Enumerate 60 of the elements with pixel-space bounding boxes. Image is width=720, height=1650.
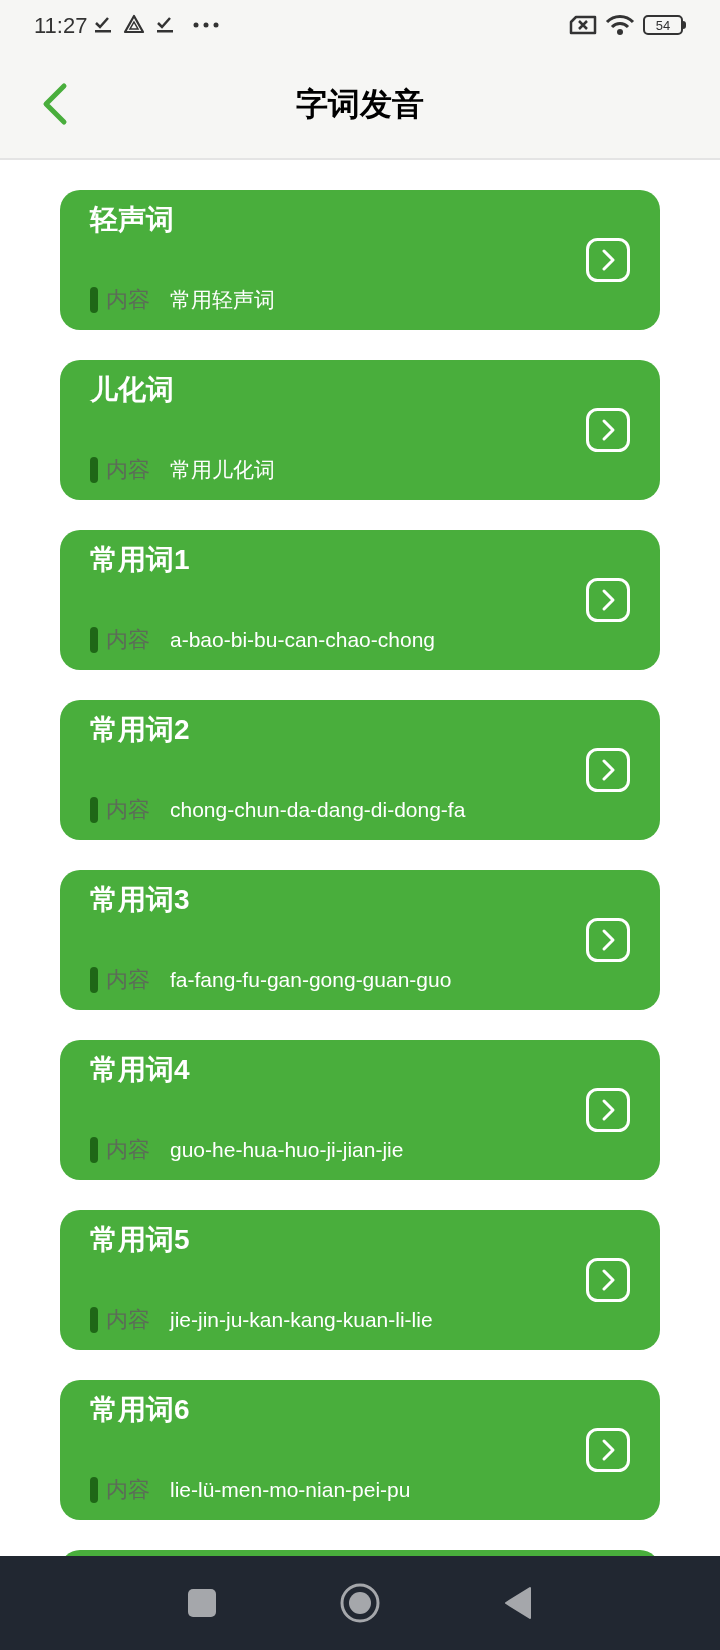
category-card[interactable]: 常用词4 内容 guo-he-hua-huo-ji-jian-jie [60,1040,660,1180]
content-label: 内容 [106,966,150,994]
wifi-icon [605,14,635,36]
card-title: 常用词6 [90,1393,191,1427]
status-time: 11:27 [34,11,88,40]
no-sim-icon [569,15,597,35]
card-title: 常用词4 [90,1053,191,1087]
card-title: 常用词3 [90,883,191,917]
content-text: 常用轻声词 [170,286,275,313]
category-card[interactable]: 常用词5 内容 jie-jin-ju-kan-kang-kuan-li-lie [60,1210,660,1350]
content-label: 内容 [106,1306,150,1334]
content-label: 内容 [106,1476,150,1504]
content-label: 内容 [106,796,150,824]
category-card[interactable]: 儿化词 内容 常用儿化词 [60,360,660,500]
card-title: 常用词5 [90,1223,191,1257]
content-label: 内容 [106,286,150,314]
content-text: 常用儿化词 [170,456,275,483]
chevron-right-icon[interactable] [586,918,630,962]
content-text: guo-he-hua-huo-ji-jian-jie [170,1136,404,1163]
accent-bar [90,1136,98,1163]
battery-level: 54 [655,18,671,32]
card-title: 轻声词 [90,203,175,237]
home-button[interactable] [340,1583,380,1623]
category-card[interactable]: 常用词1 内容 a-bao-bi-bu-can-chao-chong [60,530,660,670]
content-text: fa-fang-fu-gan-gong-guan-guo [170,966,452,993]
card-title: 常用词1 [90,543,191,577]
chevron-right-icon[interactable] [586,578,630,622]
back-button[interactable] [504,1586,532,1620]
content-text: chong-chun-da-dang-di-dong-fa [170,796,466,823]
content-label: 内容 [106,1136,150,1164]
chevron-right-icon[interactable] [586,748,630,792]
chevron-right-icon[interactable] [586,1428,630,1472]
category-card[interactable]: 常用词2 内容 chong-chun-da-dang-di-dong-fa [60,700,660,840]
chevron-right-icon[interactable] [586,1088,630,1132]
content-text: a-bao-bi-bu-can-chao-chong [170,626,435,653]
card-title: 儿化词 [90,373,175,407]
content-text: jie-jin-ju-kan-kang-kuan-li-lie [170,1306,433,1333]
page-title: 字词发音 [296,85,424,124]
download-done-icon [93,15,114,35]
accent-bar [90,1306,98,1333]
content-label: 内容 [106,626,150,654]
accent-bar [90,456,98,483]
accent-bar [90,286,98,313]
accent-bar [90,796,98,823]
card-title: 常用词2 [90,713,191,747]
chevron-right-icon[interactable] [586,1258,630,1302]
category-card[interactable]: 轻声词 内容 常用轻声词 [60,190,660,330]
triangle-icon [123,14,146,36]
content-label: 内容 [106,456,150,484]
recents-button[interactable] [188,1589,216,1617]
category-card[interactable]: 常用词6 内容 lie-lü-men-mo-nian-pei-pu [60,1380,660,1520]
download-done-icon [155,15,176,35]
chevron-right-icon[interactable] [586,238,630,282]
chevron-right-icon[interactable] [586,408,630,452]
content-text: lie-lü-men-mo-nian-pei-pu [170,1476,411,1503]
category-card[interactable]: 常用词3 内容 fa-fang-fu-gan-gong-guan-guo [60,870,660,1010]
more-icon [193,22,220,28]
accent-bar [90,626,98,653]
accent-bar [90,1476,98,1503]
accent-bar [90,966,98,993]
